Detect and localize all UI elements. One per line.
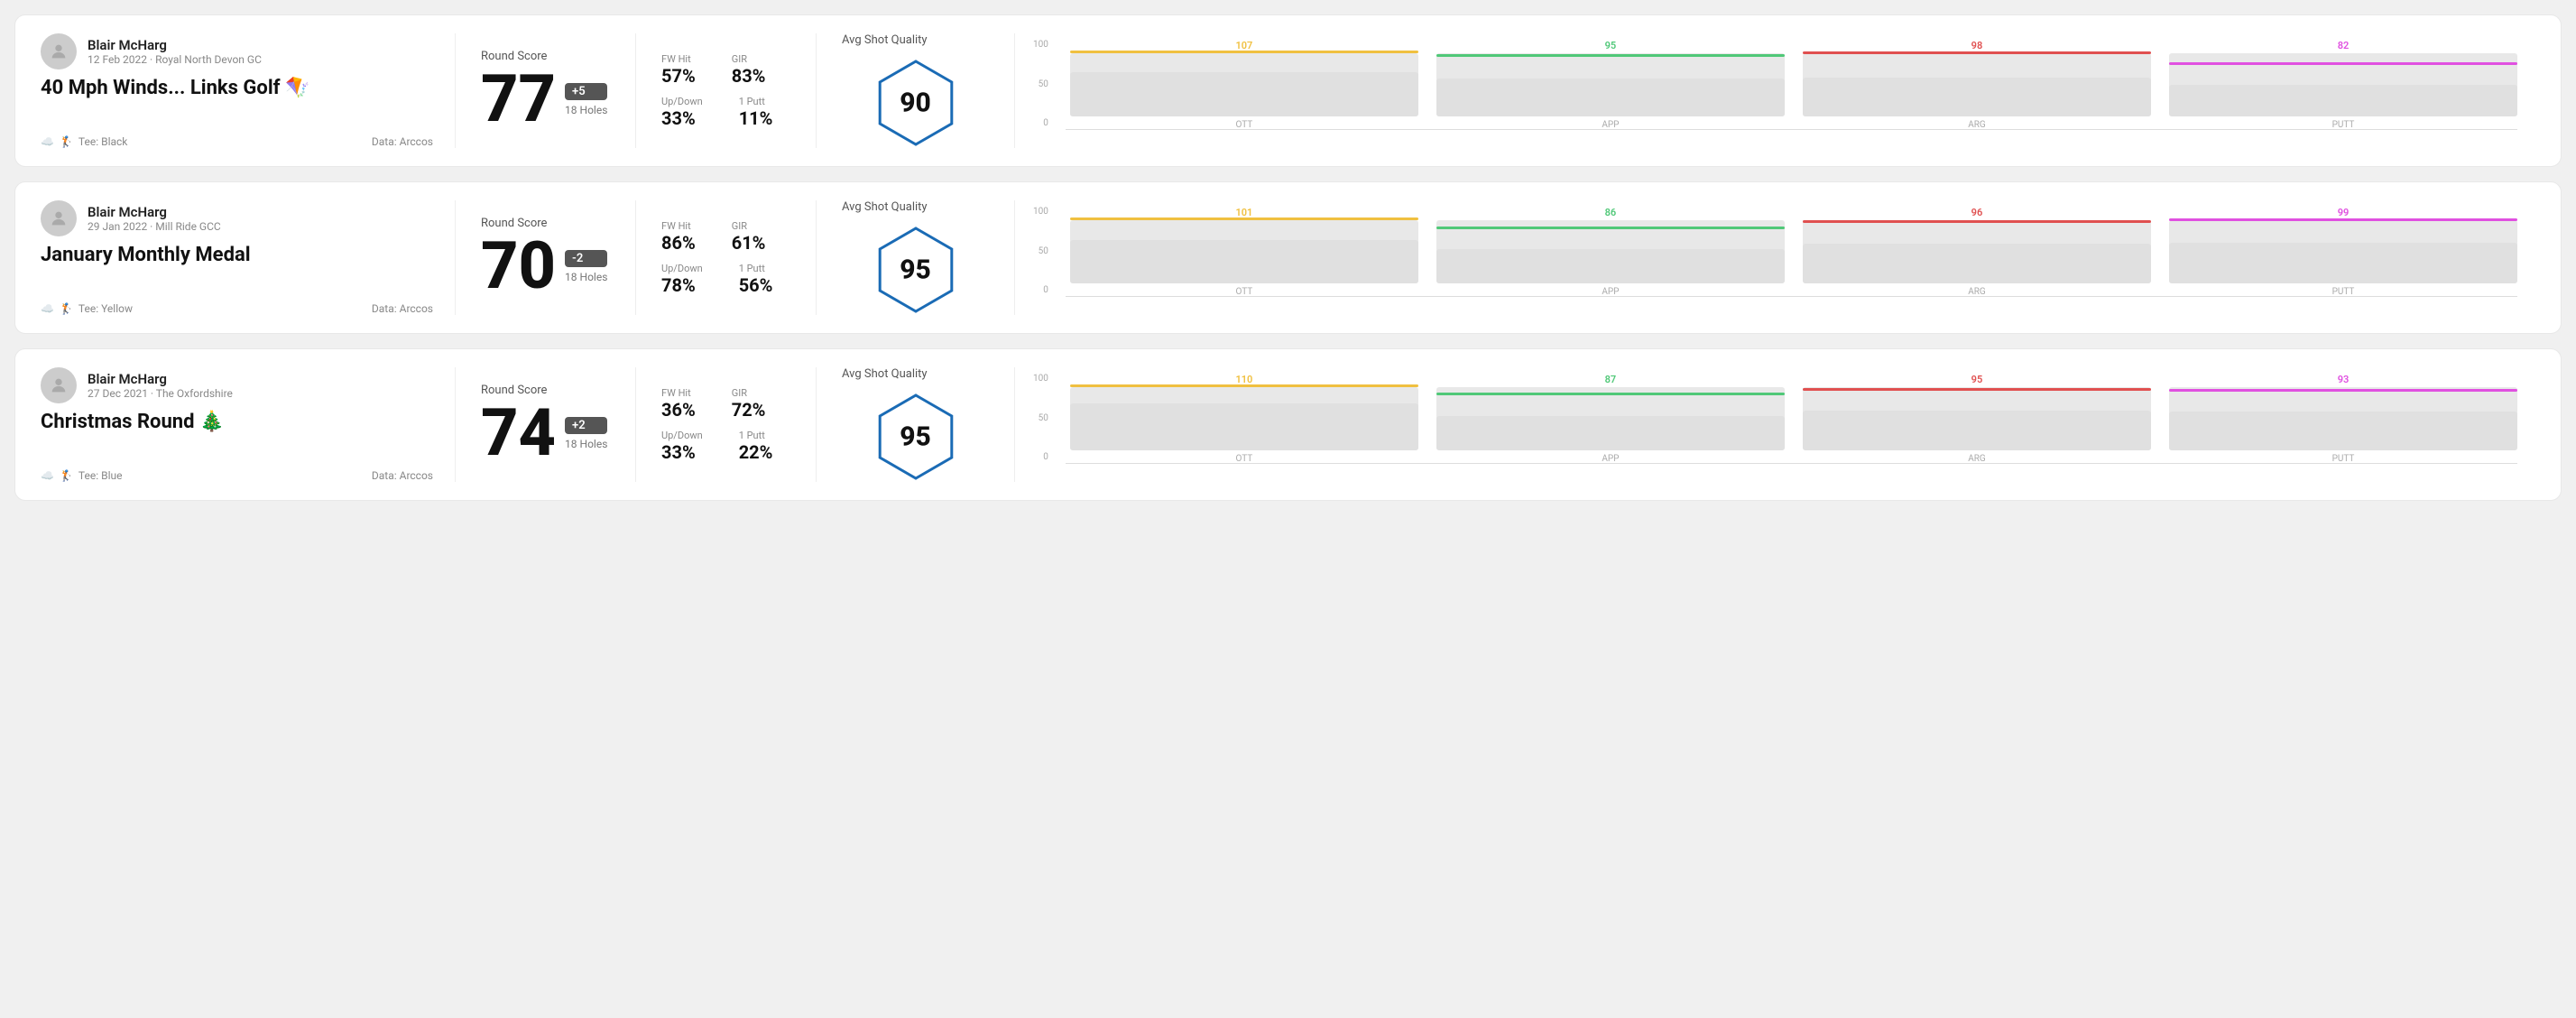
tee-label: Tee: Black	[78, 135, 127, 148]
quality-label: Avg Shot Quality	[842, 33, 928, 47]
tee-info: ☁️ 🏌 Tee: Yellow	[41, 302, 133, 315]
one-putt-stat: 1 Putt 22%	[739, 430, 773, 463]
tee-info: ☁️ 🏌 Tee: Black	[41, 135, 127, 148]
score-number: 77	[481, 67, 556, 132]
chart-section: 100500 107 OTT 95 APP 98	[1015, 33, 2535, 148]
player-date-course: 12 Feb 2022 · Royal North Devon GC	[88, 53, 262, 66]
chart-section: 100500 110 OTT 87 APP 95	[1015, 367, 2535, 482]
quality-hexagon: 90	[871, 58, 961, 148]
score-diff-badge: +2	[565, 417, 607, 434]
score-number: 70	[481, 234, 556, 299]
player-date-course: 27 Dec 2021 · The Oxfordshire	[88, 387, 233, 400]
avatar	[41, 33, 77, 69]
weather-icon: ☁️	[41, 302, 54, 315]
up-down-stat: Up/Down 33%	[661, 430, 703, 463]
chart-column-putt: 99 PUTT	[2169, 207, 2517, 297]
data-source: Data: Arccos	[372, 469, 433, 482]
chart-column-ott: 107 OTT	[1070, 40, 1418, 130]
chart-column-app: 95 APP	[1436, 40, 1785, 130]
data-source: Data: Arccos	[372, 302, 433, 315]
one-putt-stat: 1 Putt 11%	[739, 96, 773, 129]
score-section: Round Score 70 -2 18 Holes	[456, 200, 636, 315]
quality-hexagon: 95	[871, 392, 961, 482]
fw-hit-stat: FW Hit 57%	[661, 53, 696, 87]
score-holes: 18 Holes	[565, 271, 607, 283]
score-holes: 18 Holes	[565, 104, 607, 116]
quality-number: 95	[900, 421, 931, 453]
round-title: Christmas Round 🎄	[41, 411, 433, 433]
gir-stat: GIR 61%	[732, 220, 766, 254]
score-diff-badge: +5	[565, 83, 607, 100]
chart-column-arg: 98 ARG	[1803, 40, 2151, 130]
score-holes: 18 Holes	[565, 438, 607, 450]
data-source: Data: Arccos	[372, 135, 433, 148]
chart-column-putt: 93 PUTT	[2169, 374, 2517, 464]
round-title: January Monthly Medal	[41, 244, 433, 266]
quality-number: 95	[900, 255, 931, 286]
player-section: Blair McHarg 12 Feb 2022 · Royal North D…	[41, 33, 456, 148]
chart-column-putt: 82 PUTT	[2169, 40, 2517, 130]
gir-stat: GIR 83%	[732, 53, 766, 87]
quality-section: Avg Shot Quality 95	[817, 200, 1015, 315]
bag-icon: 🏌	[60, 135, 73, 148]
player-name: Blair McHarg	[88, 37, 262, 53]
score-diff-badge: -2	[565, 250, 607, 267]
stats-section: FW Hit 57% GIR 83% Up/Down 33% 1 Putt 11…	[636, 33, 817, 148]
player-date-course: 29 Jan 2022 · Mill Ride GCC	[88, 220, 221, 233]
weather-icon: ☁️	[41, 135, 54, 148]
up-down-stat: Up/Down 33%	[661, 96, 703, 129]
quality-section: Avg Shot Quality 90	[817, 33, 1015, 148]
gir-stat: GIR 72%	[732, 387, 766, 421]
chart-column-app: 86 APP	[1436, 207, 1785, 297]
round-title: 40 Mph Winds... Links Golf 🪁	[41, 77, 433, 99]
score-section: Round Score 74 +2 18 Holes	[456, 367, 636, 482]
stats-section: FW Hit 86% GIR 61% Up/Down 78% 1 Putt 56…	[636, 200, 817, 315]
stats-section: FW Hit 36% GIR 72% Up/Down 33% 1 Putt 22…	[636, 367, 817, 482]
round-card-3: Blair McHarg 27 Dec 2021 · The Oxfordshi…	[14, 348, 2562, 501]
player-section: Blair McHarg 27 Dec 2021 · The Oxfordshi…	[41, 367, 456, 482]
chart-column-arg: 95 ARG	[1803, 374, 2151, 464]
bag-icon: 🏌	[60, 302, 73, 315]
quality-label: Avg Shot Quality	[842, 200, 928, 214]
quality-label: Avg Shot Quality	[842, 367, 928, 381]
chart-column-app: 87 APP	[1436, 374, 1785, 464]
score-section: Round Score 77 +5 18 Holes	[456, 33, 636, 148]
tee-label: Tee: Yellow	[78, 302, 133, 315]
quality-number: 90	[900, 88, 931, 119]
fw-hit-stat: FW Hit 86%	[661, 220, 696, 254]
weather-icon: ☁️	[41, 469, 54, 482]
chart-section: 100500 101 OTT 86 APP 96	[1015, 200, 2535, 315]
avatar	[41, 200, 77, 236]
one-putt-stat: 1 Putt 56%	[739, 263, 773, 296]
score-number: 74	[481, 401, 556, 466]
quality-hexagon: 95	[871, 225, 961, 315]
chart-column-ott: 101 OTT	[1070, 207, 1418, 297]
player-name: Blair McHarg	[88, 204, 221, 220]
tee-info: ☁️ 🏌 Tee: Blue	[41, 469, 122, 482]
fw-hit-stat: FW Hit 36%	[661, 387, 696, 421]
bag-icon: 🏌	[60, 469, 73, 482]
up-down-stat: Up/Down 78%	[661, 263, 703, 296]
chart-column-ott: 110 OTT	[1070, 374, 1418, 464]
player-name: Blair McHarg	[88, 371, 233, 387]
round-card-2: Blair McHarg 29 Jan 2022 · Mill Ride GCC…	[14, 181, 2562, 334]
quality-section: Avg Shot Quality 95	[817, 367, 1015, 482]
avatar	[41, 367, 77, 403]
chart-column-arg: 96 ARG	[1803, 207, 2151, 297]
player-section: Blair McHarg 29 Jan 2022 · Mill Ride GCC…	[41, 200, 456, 315]
round-card-1: Blair McHarg 12 Feb 2022 · Royal North D…	[14, 14, 2562, 167]
tee-label: Tee: Blue	[78, 469, 123, 482]
